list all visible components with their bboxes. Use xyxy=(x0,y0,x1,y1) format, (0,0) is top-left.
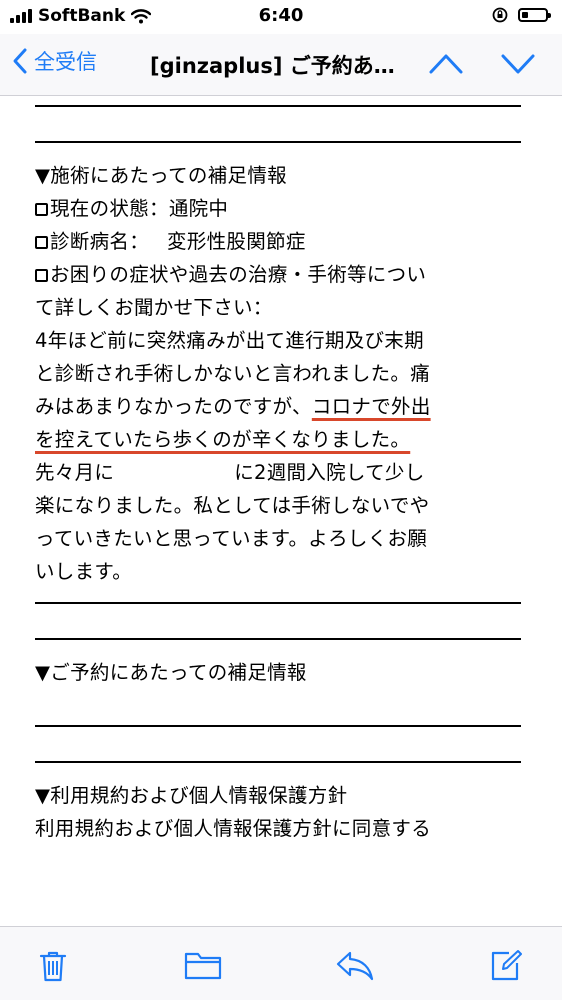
section-heading-terms: ▼利用規約および個人情報保護方針 xyxy=(35,784,348,807)
divider-line xyxy=(35,602,521,604)
reply-icon[interactable] xyxy=(336,949,374,981)
mail-toolbar xyxy=(0,926,562,1000)
status-bar: SoftBank 6:40 xyxy=(0,0,562,34)
section-heading-reservation: ▼ご予約にあたっての補足情報 xyxy=(35,661,307,684)
divider-line xyxy=(35,725,521,727)
body-text-line: と診断され手術しかないと言われました。痛 xyxy=(35,362,431,385)
previous-message-icon[interactable] xyxy=(428,48,464,78)
back-button-label: 全受信 xyxy=(34,50,97,74)
underlined-text: を控えていたら歩くのが辛くなりました。 xyxy=(35,428,411,451)
body-text-line: 先々月に に2週間入院して少し xyxy=(35,461,425,484)
section-heading-treatment: ▼施術にあたっての補足情報 xyxy=(35,164,287,187)
next-message-icon[interactable] xyxy=(500,48,536,78)
body-text-line: 利用規約および個人情報保護方針に同意する xyxy=(35,817,432,840)
checkbox-square-icon xyxy=(35,203,48,216)
body-text-line: を控えていたら歩くのが辛くなりました。 xyxy=(35,423,521,456)
form-item-symptoms: お困りの症状や過去の治療・手術等につい xyxy=(35,258,521,291)
underlined-text: コロナで外出 xyxy=(311,395,431,418)
status-time: 6:40 xyxy=(258,5,304,26)
battery-icon xyxy=(518,8,551,22)
compose-icon[interactable] xyxy=(489,949,523,983)
chevron-left-icon xyxy=(13,48,27,74)
trash-icon[interactable] xyxy=(38,949,68,983)
body-text-line: みはあまりなかったのですが、コロナで外出 xyxy=(35,395,431,418)
back-button[interactable]: 全受信 xyxy=(12,46,97,76)
body-text-line: っていきたいと思っています。よろしくお願 xyxy=(35,527,428,550)
divider-line xyxy=(35,105,521,107)
message-subject: [ginzaplus] ご予約あ… xyxy=(150,54,395,78)
orientation-lock-icon xyxy=(492,7,508,23)
body-text-line: 楽になりました。私としては手術しないでや xyxy=(35,494,430,517)
checkbox-square-icon xyxy=(35,269,48,282)
status-right xyxy=(492,7,551,23)
form-item-diagnosis: 診断病名： 変形性股関節症 xyxy=(35,225,521,258)
body-text-line: て詳しくお聞かせ下さい： xyxy=(35,296,273,319)
body-text-line: いします。 xyxy=(35,560,133,583)
checkbox-square-icon xyxy=(35,236,48,249)
email-body: ▼施術にあたっての補足情報 現在の状態：通院中 診断病名： 変形性股関節症 お困り… xyxy=(35,96,521,845)
folder-icon[interactable] xyxy=(184,949,222,981)
mail-nav-bar: 全受信 [ginzaplus] ご予約あ… xyxy=(0,34,562,96)
form-item-status: 現在の状態：通院中 xyxy=(35,192,521,225)
body-text-line: 4年ほど前に突然痛みが出て進行期及び末期 xyxy=(35,329,424,352)
